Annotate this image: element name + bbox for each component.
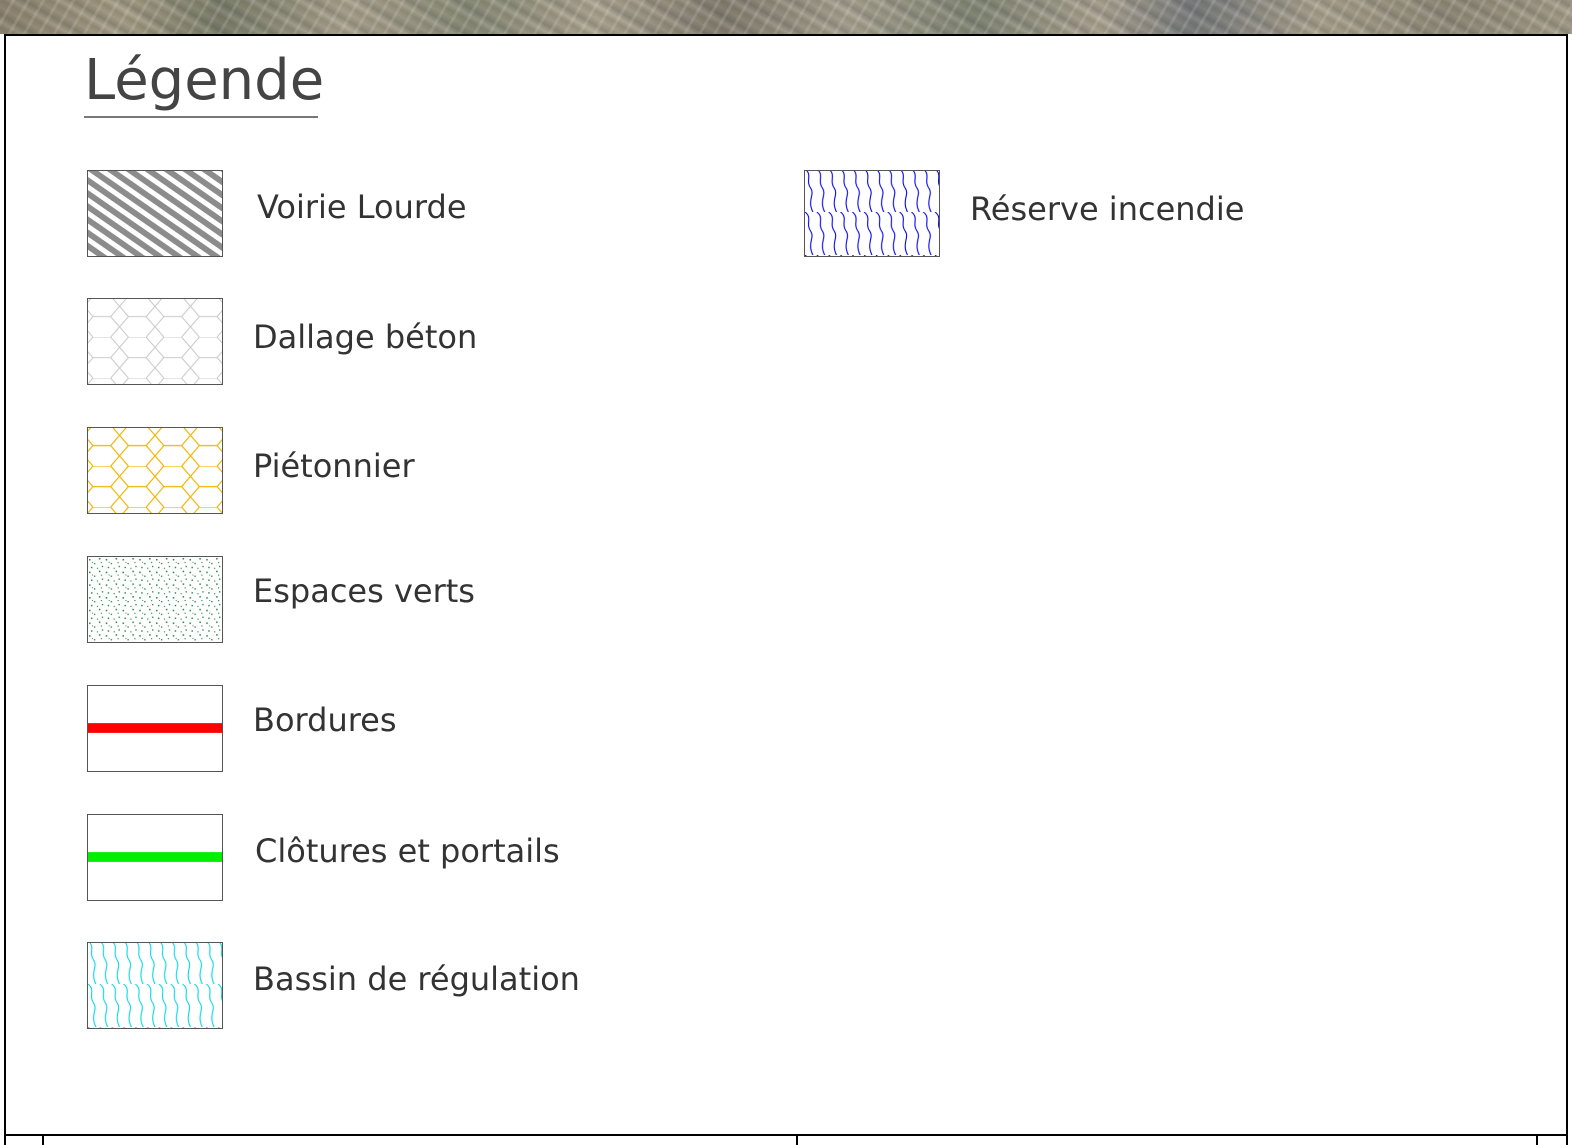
legend-label: Espaces verts [253, 572, 475, 610]
aerial-photo-strip [0, 0, 1572, 34]
legend-label: Bordures [253, 701, 397, 739]
legend-title-underline [84, 116, 318, 118]
swatch-dallage-beton [87, 298, 223, 385]
footer-rule [4, 1134, 1568, 1136]
swatch-clotures [87, 814, 223, 901]
swatch-espaces-verts [87, 556, 223, 643]
hexagon-pattern [88, 428, 222, 513]
legend-label: Bassin de régulation [253, 960, 580, 998]
legend-label: Réserve incendie [970, 190, 1245, 228]
line-symbol [88, 723, 222, 733]
footer-divider [1536, 1134, 1538, 1145]
swatch-bassin-regulation [87, 942, 223, 1029]
legend-label: Voirie Lourde [257, 188, 467, 226]
line-symbol [88, 852, 222, 862]
footer-divider [42, 1134, 44, 1145]
hexagon-pattern [88, 299, 222, 384]
diagonal-hatch-pattern [88, 171, 222, 256]
footer-divider [796, 1134, 798, 1145]
legend-title: Légende [84, 48, 325, 113]
wave-pattern [88, 943, 222, 1028]
legend-label: Clôtures et portails [255, 832, 560, 870]
wave-pattern [805, 171, 939, 256]
swatch-voirie-lourde [87, 170, 223, 257]
legend-label: Dallage béton [253, 318, 478, 356]
swatch-pietonnier [87, 427, 223, 514]
legend-label: Piétonnier [253, 447, 415, 485]
swatch-reserve-incendie [804, 170, 940, 257]
stipple-pattern [88, 557, 222, 642]
legend-panel [4, 34, 1568, 1145]
swatch-bordures [87, 685, 223, 772]
